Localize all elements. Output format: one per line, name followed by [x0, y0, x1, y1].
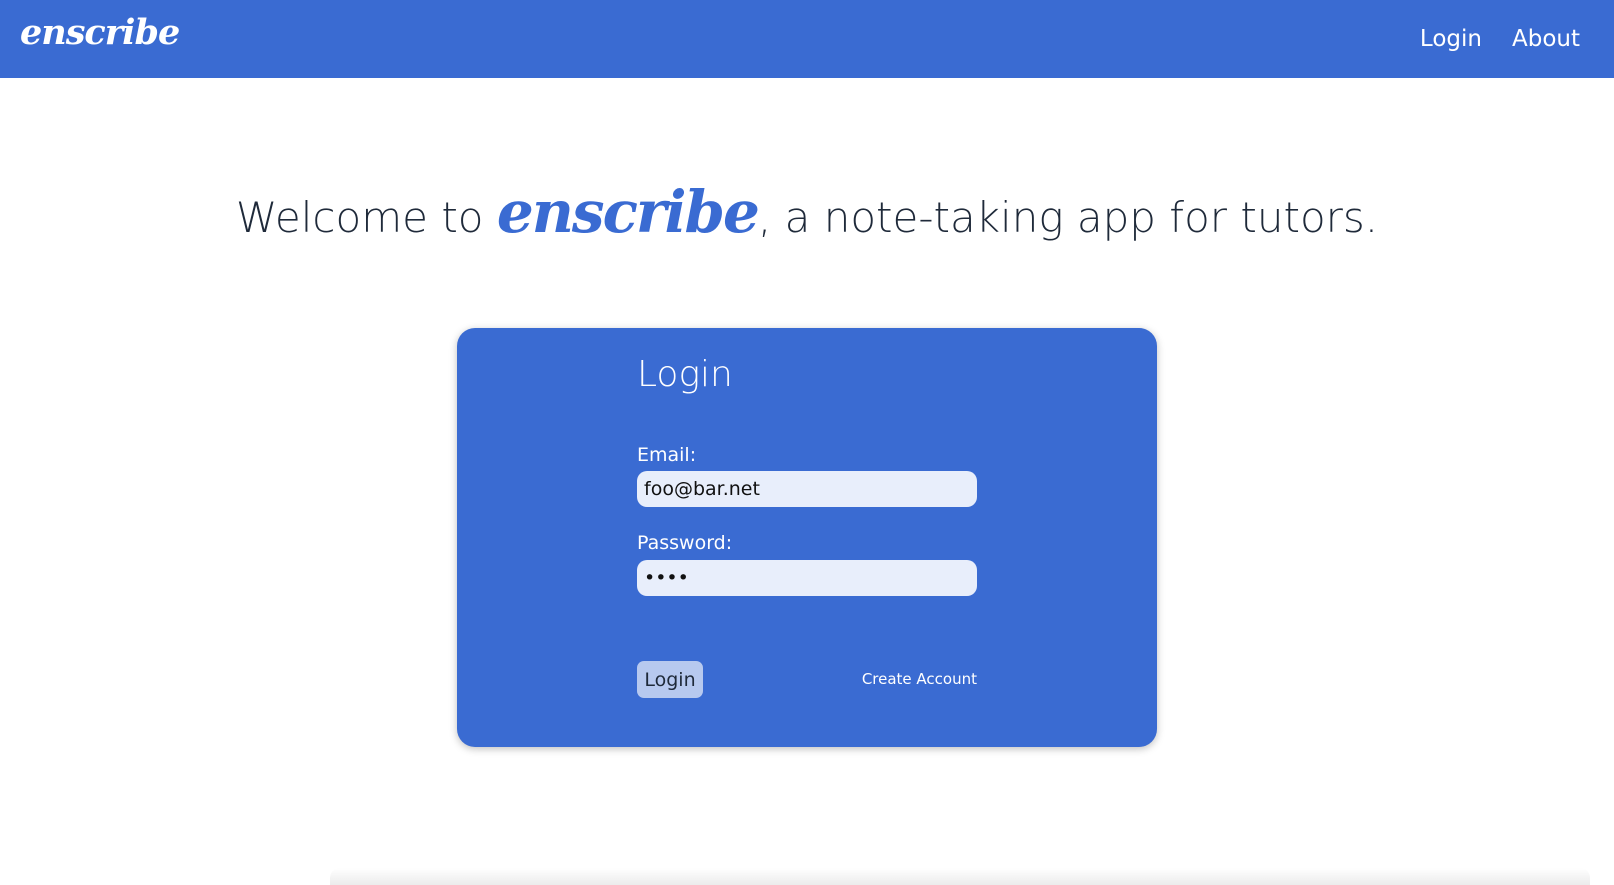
bottom-panel-edge: [330, 868, 1590, 885]
top-navbar: enscribe Login About: [0, 0, 1614, 78]
password-label: Password:: [637, 532, 733, 554]
welcome-brand: enscribe: [496, 178, 760, 246]
nav-links: Login About: [1420, 26, 1580, 52]
email-label: Email:: [637, 444, 697, 466]
nav-link-about[interactable]: About: [1512, 26, 1580, 52]
welcome-prefix: Welcome to: [235, 193, 497, 242]
welcome-heading: Welcome to enscribe, a note-taking app f…: [0, 178, 1614, 246]
welcome-suffix: , a note-taking app for tutors.: [757, 193, 1379, 242]
login-title: Login: [637, 354, 733, 395]
password-field[interactable]: [637, 560, 977, 596]
email-field[interactable]: [637, 471, 977, 507]
brand-logo[interactable]: enscribe: [20, 12, 180, 53]
nav-link-login[interactable]: Login: [1420, 26, 1482, 52]
create-account-link[interactable]: Create Account: [862, 670, 977, 688]
login-card: Login Email: Password: Login Create Acco…: [457, 328, 1157, 747]
login-submit-button[interactable]: Login: [637, 661, 703, 698]
